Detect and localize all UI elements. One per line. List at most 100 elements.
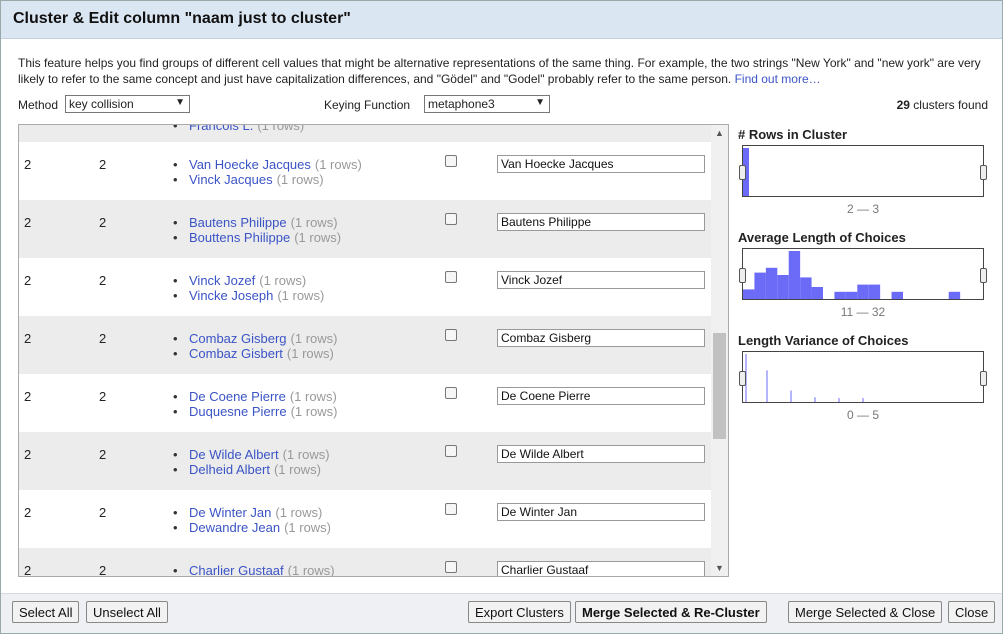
cluster-size: 2 (24, 273, 32, 288)
cluster-value-link[interactable]: De Wilde Albert (189, 447, 279, 462)
facet-title: # Rows in Cluster (738, 127, 848, 142)
new-cell-value-input[interactable] (497, 155, 705, 173)
facet-chart (739, 248, 987, 300)
cluster-value-link[interactable]: Bouttens Philippe (189, 230, 290, 245)
cluster-row-count: 2 (99, 563, 107, 577)
cluster-row: 2 2 Charlier Gustaaf(1 rows) (19, 548, 712, 577)
range-handle-left[interactable] (739, 371, 746, 386)
cluster-value-count: (1 rows) (290, 331, 338, 346)
cluster-value-item: Combaz Gisbert(1 rows) (173, 346, 338, 361)
cluster-value-link[interactable]: Combaz Gisbert (189, 346, 283, 361)
cluster-row: 22Vinck Jozef(1 rows)Vincke Joseph(1 row… (19, 258, 712, 316)
description-text: This feature helps you find groups of di… (18, 56, 981, 86)
cluster-value-item: De Winter Jan (1 rows) (173, 505, 331, 520)
cluster-value-link[interactable]: De Coene Pierre (189, 389, 286, 404)
scroll-up-icon[interactable]: ▲ (715, 128, 724, 138)
cluster-value-item: Dewandre Jean (1 rows) (173, 520, 331, 535)
cluster-value-item: Duquesne Pierre(1 rows) (173, 404, 337, 419)
cluster-value-count: (1 rows) (314, 157, 362, 172)
cluster-value-link[interactable]: Combaz Gisberg (189, 331, 287, 346)
table-scrollbar[interactable]: ▲ ▼ (711, 125, 728, 576)
cluster-value-count: (1 rows) (294, 230, 342, 245)
method-select[interactable]: key collision ▼ (65, 95, 190, 113)
cluster-values: De Coene Pierre(1 rows)Duquesne Pierre(1… (173, 389, 337, 419)
new-cell-value-input[interactable] (497, 387, 705, 405)
cluster-row-count: 2 (99, 505, 107, 520)
histogram-bar (948, 291, 961, 299)
cluster-size: 2 (24, 215, 32, 230)
histogram-bar (800, 277, 812, 299)
range-handle-right[interactable] (980, 371, 987, 386)
cluster-row-count: 2 (99, 157, 107, 172)
cluster-value-count: (1 rows) (282, 447, 330, 462)
histogram-bar (891, 291, 903, 299)
histogram-bar (777, 275, 789, 299)
cluster-value-item: Combaz Gisberg(1 rows) (173, 331, 338, 346)
merge-checkbox[interactable] (445, 503, 457, 515)
cluster-row-count: 2 (99, 331, 107, 346)
cluster-value-link[interactable]: Bautens Philippe (189, 215, 287, 230)
new-cell-value-input[interactable] (497, 503, 705, 521)
cluster-value-count: (1 rows) (257, 124, 305, 133)
cluster-value-link[interactable]: Van Hoecke Jacques (189, 157, 311, 172)
scroll-thumb[interactable] (713, 333, 726, 439)
keying-function-select[interactable]: metaphone3 ▼ (424, 95, 550, 113)
select-all-button[interactable]: Select All (12, 601, 80, 623)
cluster-size: 2 (24, 389, 32, 404)
cluster-size: 2 (24, 505, 32, 520)
cluster-value-link[interactable]: Dewandre Jean (189, 520, 280, 535)
merge-checkbox[interactable] (445, 155, 457, 167)
facet: # Rows in Cluster 2 — 3 (738, 127, 988, 230)
cluster-value-link[interactable]: Vinck Jozef (189, 273, 255, 288)
new-cell-value-input[interactable] (497, 213, 705, 231)
facet-histogram (743, 148, 749, 196)
cluster-row-count: 2 (99, 215, 107, 230)
cluster-value-link[interactable]: De Winter Jan (189, 505, 271, 520)
merge-checkbox[interactable] (445, 271, 457, 283)
cluster-value-link[interactable]: Vinck Jacques (189, 172, 273, 187)
cluster-value-link[interactable]: Vincke Joseph (189, 288, 273, 303)
keying-function-value: metaphone3 (428, 97, 495, 111)
merge-close-button[interactable]: Merge Selected & Close (788, 601, 943, 623)
cluster-controls: Method key collision ▼ Keying Function m… (18, 95, 988, 115)
cluster-size: 2 (24, 563, 32, 577)
cluster-size: 2 (24, 447, 32, 462)
new-cell-value-input[interactable] (497, 561, 705, 576)
cluster-value-link[interactable]: Charlier Gustaaf (189, 563, 284, 576)
facet-range: 0 — 5 (846, 408, 879, 422)
cluster-row: 22De Coene Pierre(1 rows)Duquesne Pierre… (19, 374, 712, 432)
cluster-value-link[interactable]: Delheid Albert (189, 462, 270, 477)
range-handle-right[interactable] (980, 268, 987, 283)
new-cell-value-input[interactable] (497, 329, 705, 347)
new-cell-value-input[interactable] (497, 271, 705, 289)
facet-title: Length Variance of Choices (738, 333, 909, 348)
keying-function-label: Keying Function (324, 98, 411, 112)
cluster-row: 2 2 Van Hoecke Jacques(1 rows) Vinck Jacque… (19, 142, 712, 200)
cluster-values: De Wilde Albert(1 rows)Delheid Albert(1 … (173, 447, 330, 477)
merge-checkbox[interactable] (445, 561, 457, 573)
facet-histogram (745, 354, 864, 402)
histogram-bar (788, 251, 801, 299)
facet: Average Length of Choices 11 — 32 (738, 230, 988, 333)
merge-checkbox[interactable] (445, 445, 457, 457)
cluster-value-count: (1 rows) (289, 389, 337, 404)
merge-checkbox[interactable] (445, 387, 457, 399)
clusters-table: Francois L.(1 rows)22Van Hoecke Jacques(… (18, 124, 729, 577)
unselect-all-button[interactable]: Unselect All (86, 601, 168, 623)
scroll-down-icon[interactable]: ▼ (715, 563, 724, 573)
cluster-value-link[interactable]: Duquesne Pierre (189, 404, 287, 419)
close-button[interactable]: Close (948, 601, 996, 623)
cluster-value-link[interactable]: Francois L. (189, 125, 253, 133)
range-handle-left[interactable] (739, 165, 746, 180)
find-out-more-link[interactable]: Find out more… (735, 72, 821, 86)
merge-checkbox[interactable] (445, 329, 457, 341)
merge-recluster-button[interactable]: Merge Selected & Re-Cluster (575, 601, 767, 623)
cluster-value-count: (1 rows) (277, 288, 325, 303)
export-clusters-button[interactable]: Export Clusters (468, 601, 571, 623)
range-handle-left[interactable] (739, 268, 746, 283)
cluster-size: 2 (24, 157, 32, 172)
dialog-title: Cluster & Edit column "naam just to clus… (1, 1, 1002, 39)
range-handle-right[interactable] (980, 165, 987, 180)
merge-checkbox[interactable] (445, 213, 457, 225)
new-cell-value-input[interactable] (497, 445, 705, 463)
